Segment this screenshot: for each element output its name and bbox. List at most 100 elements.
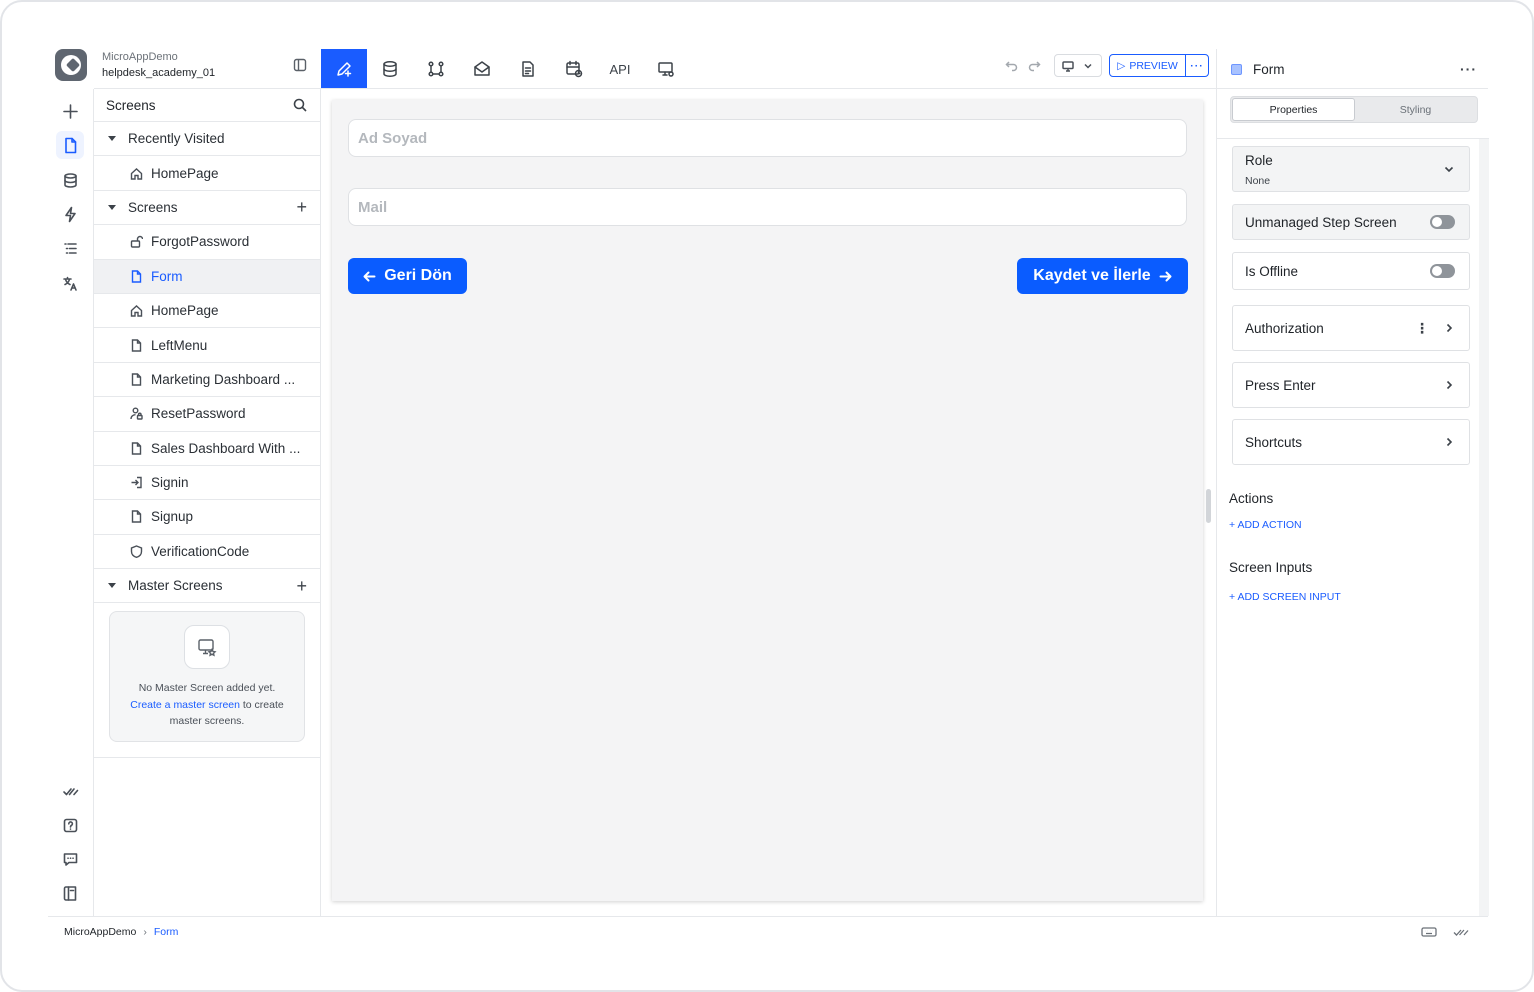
screen-item-resetpassword[interactable]: ResetPassword [94,397,320,432]
chat-icon[interactable] [56,845,84,873]
screen-item-form[interactable]: Form [94,259,320,294]
canvas-resize-handle[interactable] [1206,489,1211,523]
double-check-icon[interactable] [1453,925,1469,939]
tab-api-label: API [609,61,631,77]
create-master-screen-link[interactable]: Create a master screen [130,699,240,711]
book-icon[interactable] [56,879,84,907]
canvas-area: Ad Soyad Mail Geri Dön Kaydet ve İlerle [321,89,1216,916]
double-check-icon[interactable] [56,777,84,805]
list-item-label: Marketing Dashboard ... [151,371,296,387]
help-icon[interactable] [56,811,84,839]
screen-item-verificationcode[interactable]: VerificationCode [94,535,320,570]
project-name: helpdesk_academy_01 [102,67,216,79]
authorization-row[interactable]: Authorization ⋮ [1232,305,1470,351]
master-screens-section[interactable]: Master Screens + [94,569,320,604]
file-icon [131,338,142,352]
lightning-icon[interactable] [56,200,84,228]
user-lock-icon [130,407,143,421]
icon-rail [48,89,94,916]
add-icon[interactable] [56,97,84,125]
properties-scrollbar[interactable] [1479,139,1489,916]
undo-icon[interactable] [1005,58,1019,72]
screens-icon[interactable] [56,131,84,159]
properties-panel: Form ··· Properties Styling Role None Un… [1216,49,1489,916]
unmanaged-step-screen-row: Unmanaged Step Screen [1232,204,1470,240]
footer-divider [48,916,1488,917]
device-select[interactable] [1054,54,1102,77]
list-icon[interactable] [56,234,84,262]
screen-item-leftmenu[interactable]: LeftMenu [94,328,320,363]
screen-item-signup[interactable]: Signup [94,500,320,535]
document-icon [522,61,534,77]
breadcrumb-app[interactable]: MicroAppDemo [64,926,136,938]
save-continue-button[interactable]: Kaydet ve İlerle [1017,258,1188,294]
screen-item-forgotpassword[interactable]: ForgotPassword [94,225,320,260]
shortcuts-row[interactable]: Shortcuts [1232,419,1470,465]
unmanaged-step-screen-toggle[interactable] [1430,215,1455,229]
app-logo[interactable] [55,49,87,81]
recently-visited-section[interactable]: Recently Visited [94,122,320,157]
caret-down-icon [108,204,116,210]
keyboard-icon[interactable] [1421,925,1437,939]
screen-item-sales-dashboard[interactable]: Sales Dashboard With ... [94,432,320,466]
empty-state-text: No Master Screen added yet. Create a mas… [110,680,304,730]
tab-designer[interactable] [321,49,367,89]
name-input[interactable]: Ad Soyad [348,119,1187,157]
screens-section[interactable]: Screens + [94,191,320,226]
play-icon: ▷ [1117,59,1126,72]
tool-tabs: API [321,49,689,89]
mail-input[interactable]: Mail [348,188,1187,226]
tab-screen-settings[interactable] [643,49,689,89]
screen-item-signin[interactable]: Signin [94,466,320,501]
monitor-icon [1062,60,1074,72]
more-options-icon[interactable]: ··· [1460,61,1477,77]
collapse-panel-icon[interactable] [293,58,307,72]
is-offline-label: Is Offline [1245,263,1299,279]
app-window: MicroAppDemo helpdesk_academy_01 API ▷ P… [0,0,1534,992]
add-master-screen-icon[interactable]: + [296,577,307,595]
caret-down-icon [108,136,116,142]
preview-button[interactable]: ▷ PREVIEW [1110,55,1186,76]
shield-icon [130,545,143,558]
tab-mail[interactable] [459,49,505,89]
translate-icon[interactable] [56,269,84,297]
search-icon[interactable] [293,98,307,112]
role-value: None [1245,175,1271,187]
tab-workflow[interactable] [413,49,459,89]
monitor-star-icon [184,625,230,670]
breadcrumb: MicroAppDemo › Form [64,926,178,938]
chevron-right-icon [1446,437,1453,447]
empty-state-line3: master screens. [169,715,245,728]
database-rail-icon[interactable] [56,166,84,194]
is-offline-toggle[interactable] [1430,264,1455,278]
back-button[interactable]: Geri Dön [348,258,467,294]
screen-item-homepage[interactable]: HomePage [94,294,320,329]
recent-item-homepage[interactable]: HomePage [94,156,320,191]
arrow-left-icon [363,271,376,281]
screens-panel-header: Screens [94,89,320,122]
tab-data[interactable] [367,49,413,89]
press-enter-row[interactable]: Press Enter [1232,362,1470,408]
panel-divider [94,757,320,758]
add-action-link[interactable]: + ADD ACTION [1229,519,1302,531]
add-screen-input-link[interactable]: + ADD SCREEN INPUT [1229,591,1341,603]
kebab-menu-icon[interactable]: ⋮ [1415,321,1429,335]
tab-api[interactable]: API [597,49,643,89]
empty-state-line2: to create [239,698,284,711]
tab-properties[interactable]: Properties [1232,98,1355,121]
tab-scheduler[interactable] [551,49,597,89]
tab-documents[interactable] [505,49,551,89]
redo-icon[interactable] [1027,58,1041,72]
preview-button-group: ▷ PREVIEW ··· [1109,54,1209,77]
list-item-label: Signup [151,509,194,525]
role-select[interactable]: Role None [1232,146,1470,192]
tab-styling[interactable]: Styling [1355,98,1476,121]
screen-canvas[interactable]: Ad Soyad Mail Geri Dön Kaydet ve İlerle [332,100,1203,901]
add-screen-icon[interactable]: + [296,198,307,216]
screen-item-marketing-dashboard[interactable]: Marketing Dashboard ... [94,363,320,398]
file-icon [131,442,142,455]
breadcrumb-current[interactable]: Form [154,926,179,938]
preview-more-button[interactable]: ··· [1186,55,1208,76]
form-icon [1231,63,1242,75]
master-screens-empty-state: No Master Screen added yet. Create a mas… [109,611,305,743]
